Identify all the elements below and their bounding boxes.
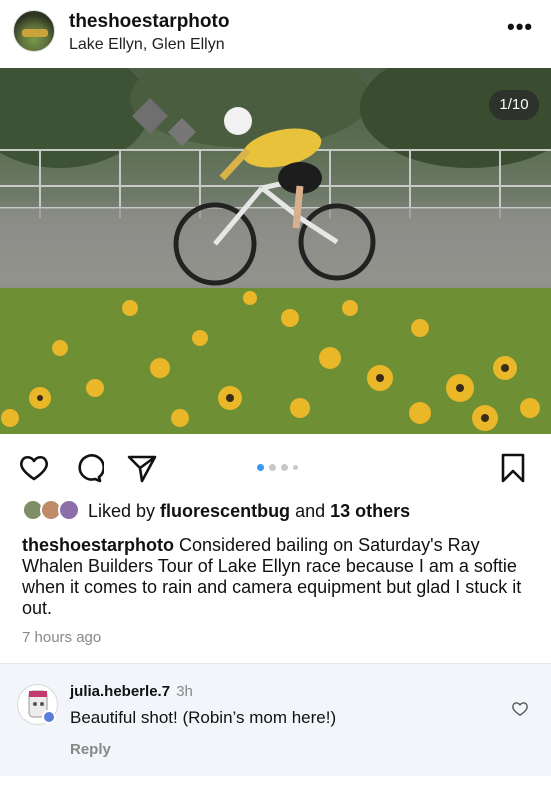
reply-button[interactable]: Reply (70, 741, 111, 758)
post-caption: theshoestarphoto Considered bailing on S… (22, 535, 522, 619)
comment-icon[interactable] (72, 452, 104, 484)
carousel-dot (269, 464, 276, 471)
send-icon[interactable] (126, 452, 158, 484)
post-timestamp: 7 hours ago (22, 629, 102, 646)
comment-heart-icon[interactable] (511, 700, 529, 718)
bookmark-icon[interactable] (497, 452, 529, 484)
likes-prefix: Liked by (88, 501, 161, 521)
comment-username[interactable]: julia.heberle.7 3h (70, 683, 193, 700)
likes-text: Liked by fluorescentbug and 13 others (88, 501, 410, 522)
carousel-dot (281, 464, 288, 471)
post-username[interactable]: theshoestarphoto (69, 11, 229, 33)
carousel-indicator (257, 464, 298, 471)
post-header: theshoestarphoto Lake Ellyn, Glen Ellyn … (0, 0, 551, 68)
verified-badge-icon (42, 710, 56, 724)
likes-others[interactable]: 13 others (330, 501, 410, 521)
comment-time: 3h (176, 683, 193, 700)
comment-section: julia.heberle.7 3h Beautiful shot! (Robi… (0, 663, 551, 776)
post-location[interactable]: Lake Ellyn, Glen Ellyn (69, 36, 225, 54)
likes-middle: and (290, 501, 331, 521)
comment-text: Beautiful shot! (Robin’s mom here!) (70, 708, 337, 727)
carousel-dot-active (257, 464, 264, 471)
liker-avatar (58, 499, 80, 521)
heart-icon[interactable] (18, 452, 50, 484)
more-options-icon[interactable]: ••• (507, 16, 533, 42)
carousel-counter: 1/10 (489, 90, 539, 120)
profile-avatar[interactable] (13, 10, 55, 52)
liker-username[interactable]: fluorescentbug (160, 501, 290, 521)
carousel-dot (293, 465, 298, 470)
cyclist-scene (0, 68, 551, 434)
post-photo[interactable]: 1/10 (0, 68, 551, 434)
comment-username-text[interactable]: julia.heberle.7 (70, 683, 170, 700)
likes-row[interactable]: Liked by fluorescentbug and 13 others (0, 497, 551, 527)
action-bar (0, 444, 551, 488)
caption-username[interactable]: theshoestarphoto (22, 535, 174, 555)
